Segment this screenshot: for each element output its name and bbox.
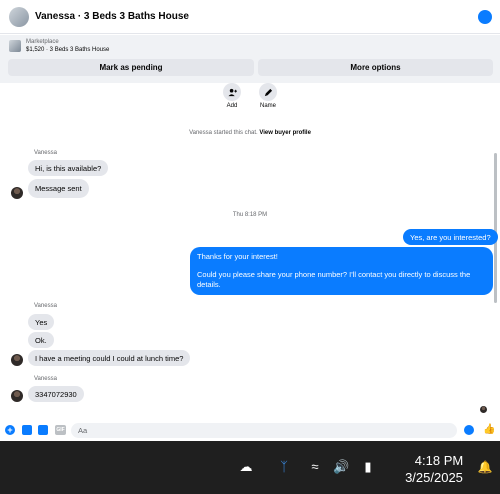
listing-price-title[interactable]: $1,520 · 3 Beds 3 Baths House <box>26 47 109 53</box>
sender-name: Vanessa <box>34 150 57 156</box>
chat-started-text: Vanessa started this chat. <box>189 130 258 136</box>
name-action[interactable]: Name <box>259 83 277 109</box>
gif-icon[interactable]: GIF <box>55 425 66 435</box>
chat-header: Vanessa · 3 Beds 3 Baths House <box>0 0 500 34</box>
wifi-icon[interactable]: ≈ <box>307 459 323 475</box>
sender-name: Vanessa <box>34 303 57 309</box>
pencil-icon <box>259 83 277 101</box>
outgoing-message: Yes, are you interested? <box>403 229 498 245</box>
more-options-button[interactable]: More options <box>258 59 493 76</box>
sender-name: Vanessa <box>34 376 57 382</box>
seen-avatar <box>480 406 487 413</box>
close-chat-icon[interactable] <box>478 10 492 24</box>
incoming-message: 3347072930 <box>28 386 84 402</box>
taskbar: ☁ ᛉ ≈ 🔊 ▮ 4:18 PM 3/25/2025 🔔 <box>0 441 500 494</box>
plus-icon[interactable]: + <box>5 425 15 435</box>
name-label: Name <box>259 103 276 109</box>
listing-bar: Marketplace $1,520 · 3 Beds 3 Baths Hous… <box>0 35 500 83</box>
clock-date[interactable]: 3/25/2025 <box>396 470 472 485</box>
incoming-message: Message sent <box>28 179 89 198</box>
message-composer: + GIF Aa 👍 <box>0 420 500 440</box>
avatar[interactable] <box>11 354 23 366</box>
thread-scrollbar[interactable] <box>494 153 497 303</box>
sticker-icon[interactable] <box>38 425 48 435</box>
add-person-icon <box>223 83 241 101</box>
incoming-message: I have a meeting could I could at lunch … <box>28 350 191 366</box>
volume-icon[interactable]: 🔊 <box>333 459 349 475</box>
listing-small-thumbnail <box>9 40 21 52</box>
emoji-icon[interactable] <box>464 425 474 435</box>
outgoing-message-line: Could you please share your phone number… <box>197 270 471 289</box>
mark-as-pending-button[interactable]: Mark as pending <box>8 59 254 76</box>
onedrive-icon[interactable]: ☁ <box>238 459 254 475</box>
outgoing-message-line: Thanks for your interest! <box>197 252 278 261</box>
messenger-window: Vanessa · 3 Beds 3 Baths House Marketpla… <box>0 0 500 494</box>
photo-icon[interactable] <box>22 425 32 435</box>
add-label: Add <box>226 103 238 109</box>
notifications-icon[interactable]: 🔔 <box>477 459 493 475</box>
avatar[interactable] <box>11 390 23 402</box>
battery-icon[interactable]: ▮ <box>360 459 376 475</box>
avatar[interactable] <box>11 187 23 199</box>
outgoing-message: Thanks for your interest! Could you plea… <box>190 247 493 295</box>
chat-title[interactable]: Vanessa · 3 Beds 3 Baths House <box>35 11 189 22</box>
chat-started-notice: Vanessa started this chat. View buyer pr… <box>0 130 500 136</box>
incoming-message: Hi, is this available? <box>28 160 109 176</box>
incoming-message: Ok. <box>28 332 54 348</box>
clock-time[interactable]: 4:18 PM <box>404 453 474 468</box>
view-buyer-profile-link[interactable]: View buyer profile <box>259 130 311 136</box>
bluetooth-icon[interactable]: ᛉ <box>276 459 292 475</box>
incoming-message: Yes <box>28 314 55 330</box>
message-input[interactable]: Aa <box>71 423 457 438</box>
message-timestamp: Thu 8:18 PM <box>232 212 268 218</box>
thumbs-up-icon[interactable]: 👍 <box>483 424 495 435</box>
listing-thumbnail <box>9 6 29 27</box>
add-action[interactable]: Add <box>223 83 241 109</box>
marketplace-label: Marketplace <box>26 39 59 45</box>
